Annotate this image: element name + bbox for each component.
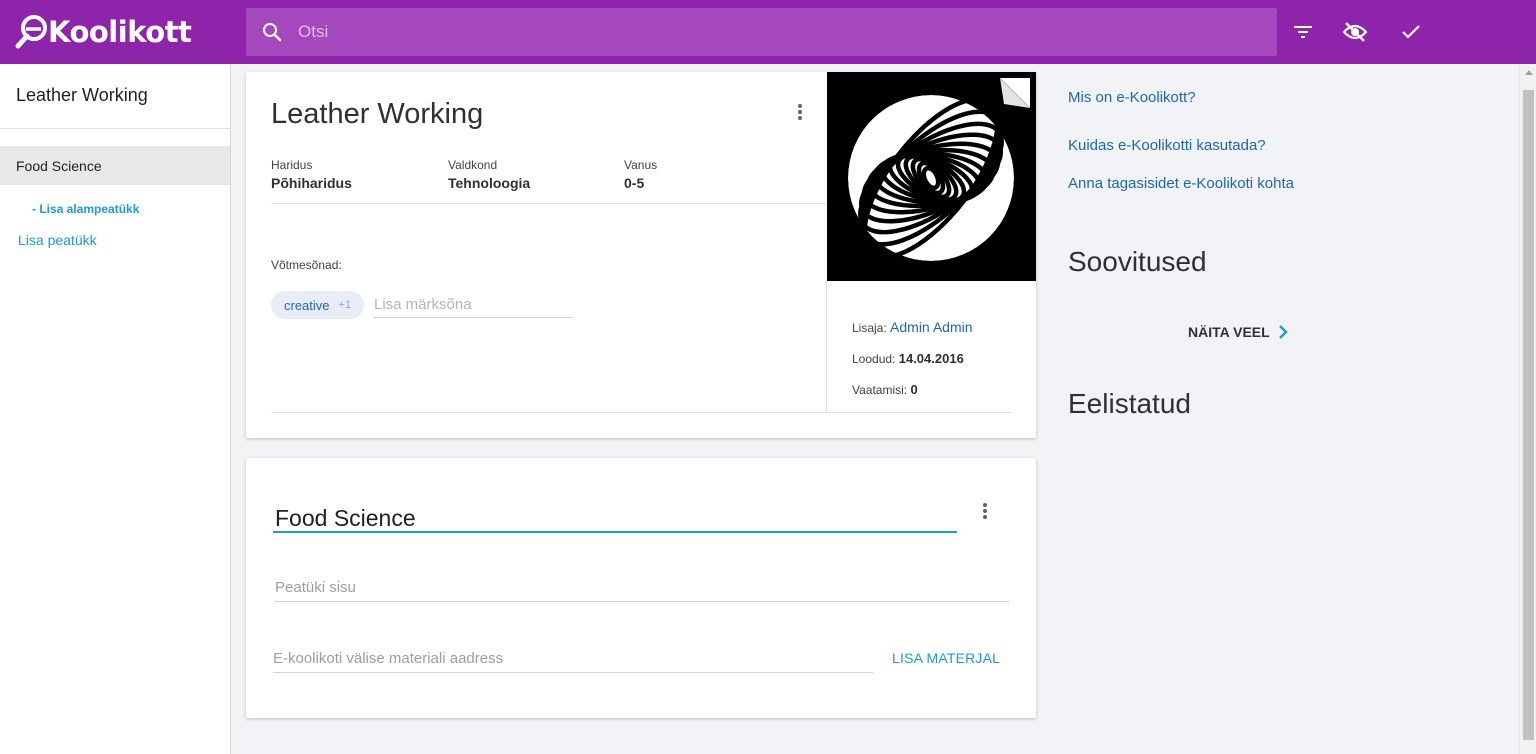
views-value: 0 — [910, 382, 918, 397]
sidebar-item-food-science[interactable]: Food Science — [0, 146, 230, 185]
visibility-off-icon[interactable] — [1343, 20, 1367, 44]
added-by-row: Lisaja: Admin Admin — [852, 319, 973, 335]
meta-age: Vanus 0-5 — [624, 158, 657, 191]
what-is-link[interactable]: Mis on e-Koolikott? — [1068, 88, 1308, 107]
chevron-right-icon — [1278, 325, 1288, 339]
search-input[interactable] — [298, 22, 1198, 42]
magnifier-logo-icon — [15, 15, 47, 49]
meta-label: Valdkond — [448, 158, 498, 172]
meta-label: Haridus — [271, 158, 313, 172]
sidebar: Leather Working Food Science - Lisa alam… — [0, 64, 231, 754]
chapter-title-input[interactable]: Food Science — [275, 505, 416, 532]
meta-label: Vanus — [624, 158, 658, 172]
how-to-use-link[interactable]: Kuidas e-Koolikotti kasutada? — [1068, 136, 1308, 155]
scroll-up-arrow-icon[interactable] — [1520, 64, 1536, 81]
meta-value: Tehnoloogia — [448, 175, 531, 191]
search-bar[interactable] — [246, 8, 1277, 56]
chapter-card: Food Science LISA MATERJAL — [246, 458, 1036, 718]
top-bar: Koolikott — [0, 0, 1536, 64]
keyword-chip-count: +1 — [338, 299, 352, 311]
sidebar-title[interactable]: Leather Working — [0, 64, 230, 129]
created-value: 14.04.2016 — [898, 351, 964, 366]
keywords-label: Võtmesõnad: — [271, 258, 342, 272]
divider — [271, 203, 826, 204]
added-by-label: Lisaja: — [852, 321, 887, 335]
check-icon[interactable] — [1399, 20, 1423, 44]
meta-education: Haridus Põhiharidus — [271, 158, 352, 191]
filter-icon[interactable] — [1291, 20, 1315, 44]
meta-value: Põhiharidus — [271, 175, 352, 191]
material-url-input[interactable] — [273, 650, 873, 673]
add-chapter-link[interactable]: Lisa peatükk — [0, 232, 230, 248]
views-row: Vaatamisi: 0 — [852, 382, 918, 397]
recommendations-heading: Soovitused — [1068, 246, 1207, 277]
show-more-button[interactable]: NÄITA VEEL — [1188, 324, 1288, 340]
keyword-input[interactable] — [374, 296, 573, 318]
keyword-chip-label: creative — [284, 297, 330, 313]
meta-value: 0-5 — [624, 175, 645, 191]
created-row: Loodud: 14.04.2016 — [852, 351, 964, 366]
logo[interactable]: Koolikott — [14, 12, 192, 52]
material-title: Leather Working — [271, 98, 484, 130]
material-card: Leather Working Haridus Põhiharidus Vald… — [246, 72, 1036, 438]
created-label: Loodud: — [852, 352, 896, 366]
chapter-more-options-icon[interactable] — [980, 501, 990, 521]
show-more-label: NÄITA VEEL — [1188, 324, 1270, 340]
vertical-divider — [826, 281, 827, 412]
page-fold-icon — [1000, 78, 1030, 108]
chapter-title-underline — [273, 531, 957, 533]
add-subchapter-link[interactable]: - Lisa alampeatükk — [0, 185, 230, 225]
favorites-heading: Eelistatud — [1068, 388, 1191, 419]
keyword-chip[interactable]: creative +1 — [271, 291, 365, 319]
author-link[interactable]: Admin Admin — [890, 319, 972, 335]
logo-text: Koolikott — [48, 15, 192, 49]
add-material-button[interactable]: LISA MATERJAL — [892, 650, 1000, 666]
material-thumbnail[interactable] — [827, 72, 1036, 281]
more-options-icon[interactable] — [795, 102, 805, 122]
meta-domain: Valdkond Tehnoloogia — [448, 158, 530, 191]
feedback-link[interactable]: Anna tagasisidet e-Koolikoti kohta — [1068, 174, 1298, 193]
scrollbar-thumb[interactable] — [1523, 90, 1534, 740]
views-label: Vaatamisi: — [852, 383, 908, 397]
scrollbar[interactable] — [1519, 64, 1536, 754]
chapter-content-input[interactable] — [275, 579, 1009, 602]
search-icon — [260, 20, 284, 44]
divider — [271, 412, 1011, 413]
